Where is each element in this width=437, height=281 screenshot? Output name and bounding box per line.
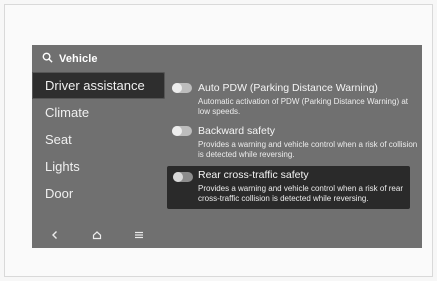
settings-screen: Vehicle Driver assistance Climate Seat L…: [32, 45, 422, 248]
sidebar-item-lights[interactable]: Lights: [32, 153, 169, 180]
home-icon: [90, 228, 104, 242]
sidebar-item-climate[interactable]: Climate: [32, 99, 169, 126]
search-icon: [42, 50, 53, 68]
back-button[interactable]: [48, 228, 62, 242]
sidebar-item-seat[interactable]: Seat: [32, 126, 169, 153]
sidebar: Driver assistance Climate Seat Lights Do…: [32, 72, 169, 207]
menu-button[interactable]: [132, 228, 146, 242]
setting-title: Rear cross-traffic safety: [198, 169, 309, 181]
auto-pdw-toggle[interactable]: [172, 83, 192, 93]
setting-rear-cross-traffic-safety[interactable]: Rear cross-traffic safety Provides a war…: [167, 166, 410, 209]
sidebar-item-door[interactable]: Door: [32, 180, 169, 207]
sidebar-item-label: Climate: [45, 105, 90, 120]
search-bar[interactable]: Vehicle: [42, 51, 98, 67]
setting-auto-pdw[interactable]: Auto PDW (Parking Distance Warning) Auto…: [168, 79, 418, 122]
toggle-knob: [173, 172, 183, 182]
sidebar-item-label: Driver assistance: [45, 78, 145, 93]
manual-figure-frame: Vehicle Driver assistance Climate Seat L…: [4, 4, 433, 277]
toggle-knob: [172, 126, 182, 136]
setting-description: Provides a warning and vehicle control w…: [198, 140, 418, 159]
settings-list: Auto PDW (Parking Distance Warning) Auto…: [167, 79, 418, 209]
sidebar-item-label: Seat: [45, 132, 72, 147]
setting-description: Automatic activation of PDW (Parking Dis…: [198, 97, 409, 116]
setting-title: Backward safety: [198, 125, 276, 137]
home-button[interactable]: [90, 228, 104, 242]
setting-title: Auto PDW (Parking Distance Warning): [198, 82, 378, 94]
bottom-nav: [32, 222, 162, 248]
setting-backward-safety[interactable]: Backward safety Provides a warning and v…: [168, 122, 418, 164]
sidebar-item-label: Door: [45, 186, 74, 201]
search-label: Vehicle: [59, 53, 98, 65]
menu-icon: [132, 228, 146, 242]
rear-cross-traffic-toggle[interactable]: [173, 172, 193, 182]
sidebar-item-driver-assistance[interactable]: Driver assistance: [32, 72, 165, 99]
setting-description: Provides a warning and vehicle control w…: [198, 184, 403, 203]
toggle-knob: [172, 83, 182, 93]
sidebar-item-label: Lights: [45, 159, 80, 174]
back-icon: [48, 228, 62, 242]
backward-safety-toggle[interactable]: [172, 126, 192, 136]
